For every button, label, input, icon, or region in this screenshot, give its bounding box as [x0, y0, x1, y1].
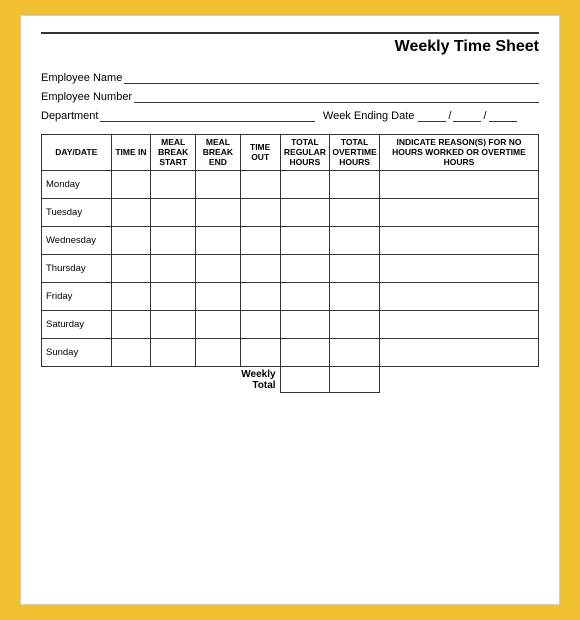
header-mealbreakstart: MEAL BREAK START — [151, 135, 196, 171]
table-row: Tuesday — [42, 198, 539, 226]
data-cell — [151, 254, 196, 282]
week-ending-label: Week Ending Date — [323, 110, 415, 122]
employee-number-row: Employee Number — [41, 89, 539, 103]
data-cell — [330, 338, 380, 366]
data-cell — [151, 282, 196, 310]
data-cell — [379, 282, 538, 310]
weekly-total-empty — [42, 366, 241, 393]
employee-name-label: Employee Name — [41, 72, 122, 84]
data-cell — [280, 310, 330, 338]
data-cell — [111, 338, 151, 366]
day-label: Tuesday — [42, 198, 112, 226]
timesheet-page: Weekly Time Sheet Employee Name Employee… — [20, 15, 560, 605]
data-cell — [240, 226, 280, 254]
data-cell — [379, 310, 538, 338]
data-cell — [240, 170, 280, 198]
day-label: Thursday — [42, 254, 112, 282]
date-sep2: / — [483, 110, 486, 122]
data-cell — [379, 170, 538, 198]
data-cell — [151, 226, 196, 254]
data-cell — [111, 226, 151, 254]
weekly-total-row: Weekly Total — [42, 366, 539, 393]
data-cell — [196, 254, 241, 282]
data-cell — [240, 310, 280, 338]
data-cell — [330, 170, 380, 198]
data-cell — [111, 170, 151, 198]
data-cell — [240, 254, 280, 282]
data-cell — [280, 226, 330, 254]
header-totalovertimehours: TOTAL OVERTIME HOURS — [330, 135, 380, 171]
data-cell — [280, 170, 330, 198]
data-cell — [151, 310, 196, 338]
header-timeout: TIME OUT — [240, 135, 280, 171]
header-timein: TIME IN — [111, 135, 151, 171]
employee-name-row: Employee Name — [41, 70, 539, 84]
weekly-total-regular — [280, 366, 330, 393]
table-row: Monday — [42, 170, 539, 198]
header-reason: INDICATE REASON(S) FOR NO HOURS WORKED O… — [379, 135, 538, 171]
header-mealbreakend: MEAL BREAK END — [196, 135, 241, 171]
timesheet-table: DAY/DATE TIME IN MEAL BREAK START MEAL B… — [41, 134, 539, 393]
data-cell — [196, 310, 241, 338]
table-row: Thursday — [42, 254, 539, 282]
table-row: Saturday — [42, 310, 539, 338]
data-cell — [330, 254, 380, 282]
day-label: Monday — [42, 170, 112, 198]
data-cell — [111, 282, 151, 310]
data-cell — [111, 198, 151, 226]
day-label: Wednesday — [42, 226, 112, 254]
day-label: Saturday — [42, 310, 112, 338]
data-cell — [240, 338, 280, 366]
data-cell — [330, 282, 380, 310]
data-cell — [240, 198, 280, 226]
data-cell — [280, 198, 330, 226]
data-cell — [196, 198, 241, 226]
page-title: Weekly Time Sheet — [41, 32, 539, 60]
data-cell — [240, 282, 280, 310]
day-label: Sunday — [42, 338, 112, 366]
data-cell — [379, 338, 538, 366]
data-cell — [151, 170, 196, 198]
data-cell — [111, 310, 151, 338]
data-cell — [379, 198, 538, 226]
data-cell — [330, 310, 380, 338]
table-row: Wednesday — [42, 226, 539, 254]
data-cell — [111, 254, 151, 282]
data-cell — [330, 226, 380, 254]
weekly-total-empty2 — [379, 366, 538, 393]
form-section: Employee Name Employee Number Department… — [41, 70, 539, 122]
department-line — [100, 108, 314, 122]
date-year — [489, 108, 517, 122]
department-section: Department — [41, 108, 315, 122]
data-cell — [379, 254, 538, 282]
department-label: Department — [41, 110, 98, 122]
date-month — [418, 108, 446, 122]
data-cell — [330, 198, 380, 226]
date-day — [453, 108, 481, 122]
day-label: Friday — [42, 282, 112, 310]
weekly-total-label: Weekly Total — [240, 366, 280, 393]
weekly-total-overtime — [330, 366, 380, 393]
data-cell — [196, 170, 241, 198]
employee-number-label: Employee Number — [41, 91, 132, 103]
week-ending-section: Week Ending Date / / — [323, 108, 539, 122]
employee-number-line — [134, 89, 539, 103]
data-cell — [280, 254, 330, 282]
data-cell — [151, 338, 196, 366]
data-cell — [280, 282, 330, 310]
header-totalregularhours: TOTAL REGULAR HOURS — [280, 135, 330, 171]
department-date-row: Department Week Ending Date / / — [41, 108, 539, 122]
table-row: Friday — [42, 282, 539, 310]
table-row: Sunday — [42, 338, 539, 366]
header-row: DAY/DATE TIME IN MEAL BREAK START MEAL B… — [42, 135, 539, 171]
data-cell — [196, 282, 241, 310]
employee-name-line — [124, 70, 539, 84]
data-cell — [280, 338, 330, 366]
data-cell — [151, 198, 196, 226]
header-daydate: DAY/DATE — [42, 135, 112, 171]
data-cell — [379, 226, 538, 254]
date-sep1: / — [448, 110, 451, 122]
data-cell — [196, 226, 241, 254]
data-cell — [196, 338, 241, 366]
